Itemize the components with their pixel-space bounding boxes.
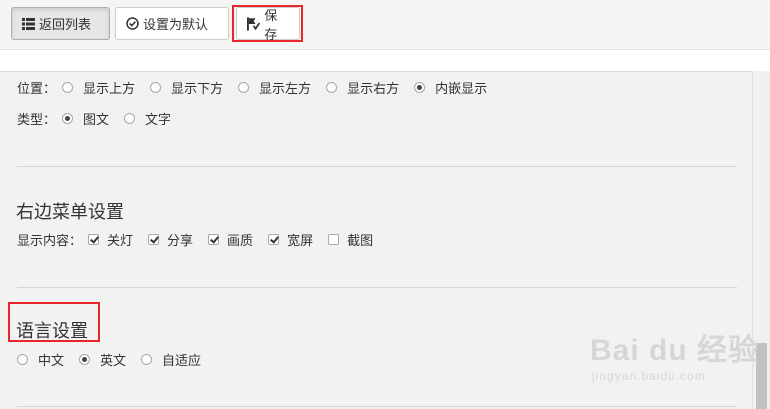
checkbox-checked[interactable] bbox=[148, 234, 160, 245]
radio-button[interactable] bbox=[124, 113, 136, 124]
checkbox-widescreen[interactable]: 宽屏 bbox=[268, 230, 313, 249]
language-row: 中文 英文 自适应 bbox=[17, 350, 216, 369]
checkbox-lights-off[interactable]: 关灯 bbox=[88, 230, 133, 249]
watermark-sub: jingyan.baidu.com bbox=[592, 369, 706, 383]
position-option-top[interactable]: 显示上方 bbox=[62, 78, 135, 97]
checkbox-screenshot[interactable]: 截图 bbox=[328, 230, 373, 249]
divider bbox=[17, 406, 737, 407]
toolbar: 返回列表 设置为默认 保存 bbox=[0, 0, 770, 50]
position-option-inline[interactable]: 内嵌显示 bbox=[414, 78, 487, 97]
option-label: 中文 bbox=[38, 354, 65, 369]
list-icon bbox=[22, 17, 35, 30]
option-label: 英文 bbox=[100, 354, 127, 369]
option-label: 自适应 bbox=[162, 354, 202, 369]
language-option-english[interactable]: 英文 bbox=[79, 350, 126, 369]
radio-button[interactable] bbox=[141, 354, 153, 365]
check-circle-icon bbox=[126, 17, 139, 30]
checkbox-quality[interactable]: 画质 bbox=[208, 230, 253, 249]
checkbox-label: 分享 bbox=[167, 234, 194, 249]
type-option-image-text[interactable]: 图文 bbox=[62, 109, 109, 128]
checkbox-checked[interactable] bbox=[268, 234, 280, 245]
checkbox-share[interactable]: 分享 bbox=[148, 230, 193, 249]
position-option-right[interactable]: 显示右方 bbox=[326, 78, 399, 97]
position-row: 位置： 显示上方 显示下方 显示左方 显示右方 内嵌显示 bbox=[17, 78, 502, 97]
watermark-main: Bai du 经验 bbox=[590, 334, 760, 367]
checkbox-label: 关灯 bbox=[107, 234, 134, 249]
language-option-chinese[interactable]: 中文 bbox=[17, 350, 64, 369]
option-label: 图文 bbox=[83, 113, 110, 128]
position-label: 位置： bbox=[17, 82, 57, 97]
checkbox-label: 宽屏 bbox=[287, 234, 314, 249]
option-label: 显示上方 bbox=[83, 82, 136, 97]
divider bbox=[17, 287, 737, 288]
language-highlight-box bbox=[8, 302, 100, 342]
option-label: 文字 bbox=[145, 113, 172, 128]
type-option-text[interactable]: 文字 bbox=[124, 109, 171, 128]
content-label: 显示内容： bbox=[17, 234, 83, 249]
language-option-adaptive[interactable]: 自适应 bbox=[141, 350, 201, 369]
radio-button[interactable] bbox=[238, 82, 250, 93]
baidu-jingyan-watermark: Bai du 经验 jingyan.baidu.com bbox=[590, 325, 759, 383]
radio-button[interactable] bbox=[326, 82, 338, 93]
type-label: 类型： bbox=[17, 113, 57, 128]
radio-button[interactable] bbox=[62, 82, 74, 93]
checkbox-label: 画质 bbox=[227, 234, 254, 249]
option-label: 显示下方 bbox=[171, 82, 224, 97]
type-row: 类型： 图文 文字 bbox=[17, 109, 186, 128]
divider bbox=[17, 166, 737, 167]
checkbox-checked[interactable] bbox=[88, 234, 100, 245]
checkbox-unchecked[interactable] bbox=[328, 234, 340, 245]
radio-button[interactable] bbox=[17, 354, 28, 365]
back-to-list-button[interactable]: 返回列表 bbox=[11, 7, 110, 40]
checkbox-checked[interactable] bbox=[208, 234, 220, 245]
option-label: 显示右方 bbox=[347, 82, 400, 97]
radio-button-selected[interactable] bbox=[62, 113, 74, 124]
option-label: 内嵌显示 bbox=[435, 82, 488, 97]
option-label: 显示左方 bbox=[259, 82, 312, 97]
right-menu-content-row: 显示内容： 关灯 分享 画质 宽屏 截图 bbox=[17, 230, 388, 249]
save-highlight-box bbox=[232, 5, 303, 42]
checkbox-label: 截图 bbox=[347, 234, 374, 249]
radio-button-selected[interactable] bbox=[79, 354, 91, 365]
position-option-left[interactable]: 显示左方 bbox=[238, 78, 311, 97]
set-default-button[interactable]: 设置为默认 bbox=[115, 7, 229, 40]
radio-button[interactable] bbox=[150, 82, 162, 93]
radio-button-selected[interactable] bbox=[414, 82, 426, 93]
right-menu-title: 右边菜单设置 bbox=[16, 202, 124, 223]
set-default-label: 设置为默认 bbox=[143, 18, 209, 33]
position-option-bottom[interactable]: 显示下方 bbox=[150, 78, 223, 97]
back-button-label: 返回列表 bbox=[39, 18, 92, 33]
